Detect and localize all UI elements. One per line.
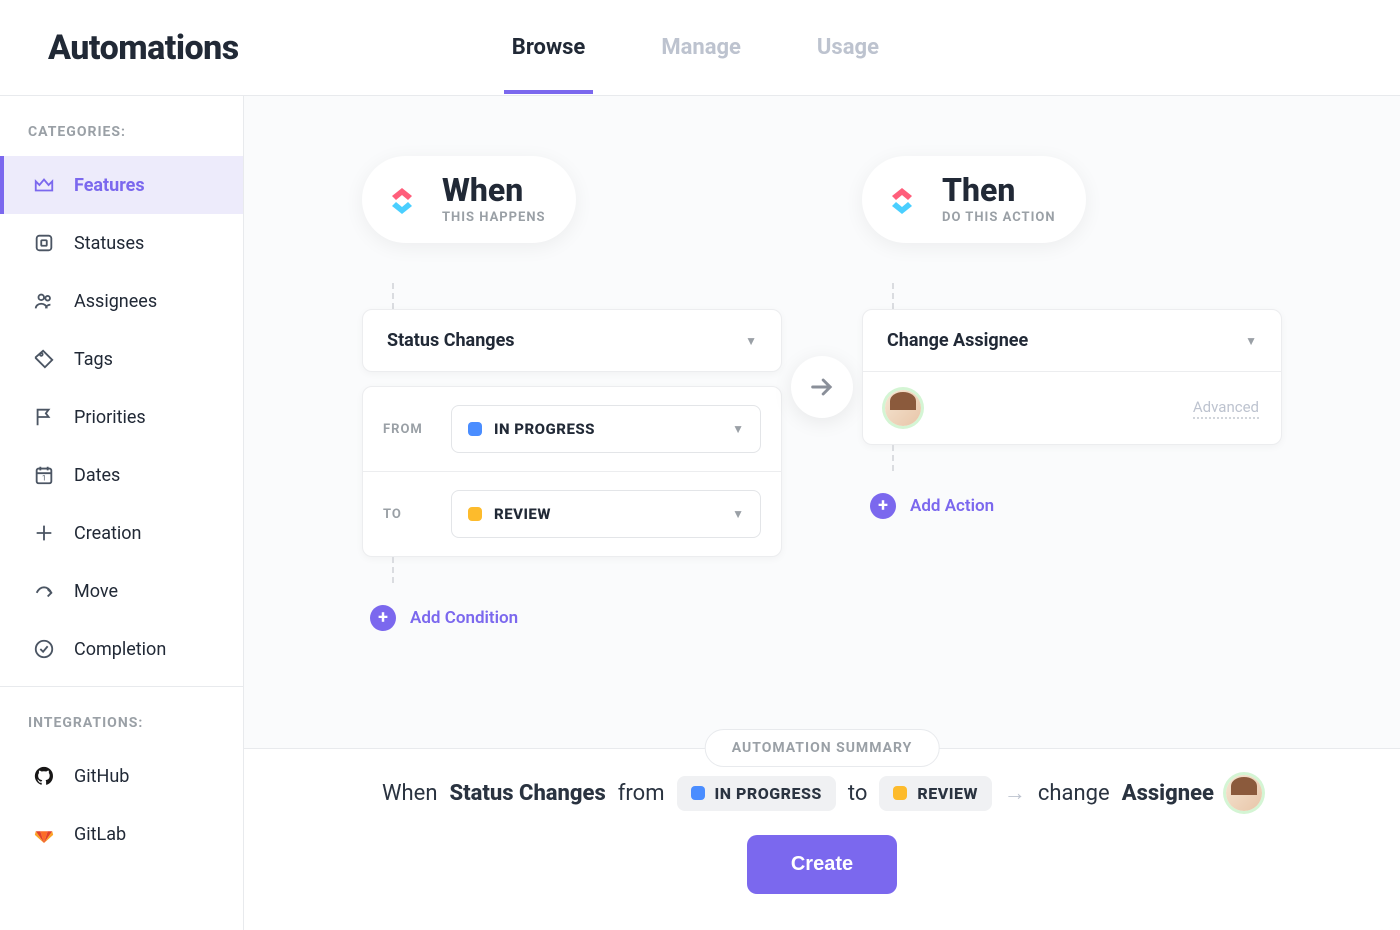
summary-area: AUTOMATION SUMMARY When Status Changes f… [244,748,1400,930]
chevron-down-icon: ▼ [1245,334,1257,348]
sidebar-item-features[interactable]: Features [0,156,243,214]
status-dot [691,786,705,800]
sidebar-item-statuses[interactable]: Statuses [0,214,243,272]
sidebar-item-github[interactable]: GitHub [0,747,243,805]
summary-when: When [382,781,437,806]
sidebar-item-label: Tags [74,349,113,370]
when-column: When THIS HAPPENS Status Changes ▼ FR [362,156,782,653]
plus-circle-icon: + [870,493,896,519]
sidebar-item-label: Dates [74,465,120,486]
when-header: When THIS HAPPENS [362,156,576,243]
tab-usage[interactable]: Usage [809,1,887,94]
tab-manage[interactable]: Manage [653,1,749,94]
then-header: Then DO THIS ACTION [862,156,1086,243]
summary-line: When Status Changes from IN PROGRESS to … [284,775,1360,811]
sidebar-item-creation[interactable]: Creation [0,504,243,562]
then-column: Then DO THIS ACTION Change Assignee ▼ Ad… [862,156,1282,541]
plus-icon [32,521,56,545]
trigger-name: Status Changes [387,330,515,351]
add-condition-label: Add Condition [410,608,518,628]
arrow-icon: → [1004,780,1026,806]
chevron-down-icon: ▼ [732,507,744,521]
summary-label: AUTOMATION SUMMARY [705,729,940,767]
sidebar-item-label: GitLab [74,824,126,845]
add-action-button[interactable]: + Add Action [862,471,1282,541]
summary-from: from [618,781,665,806]
from-label: FROM [383,422,435,437]
to-label: TO [383,507,435,522]
to-status-name: REVIEW [494,505,551,523]
add-condition-button[interactable]: + Add Condition [362,583,782,653]
sidebar-item-move[interactable]: Move [0,562,243,620]
crown-icon [32,173,56,197]
to-status-select[interactable]: REVIEW ▼ [451,490,761,538]
clickup-logo-icon [380,178,424,222]
sidebar-item-label: Priorities [74,407,146,428]
sidebar: CATEGORIES: Features Statuses Assignees … [0,96,244,930]
action-name: Change Assignee [887,330,1028,351]
summary-trigger: Status Changes [449,781,605,806]
action-select[interactable]: Change Assignee ▼ [863,310,1281,371]
when-subtitle: THIS HAPPENS [442,210,546,225]
summary-change: change [1038,781,1110,806]
summary-to-chip: REVIEW [879,776,992,811]
sidebar-item-label: GitHub [74,766,129,787]
action-card: Change Assignee ▼ Advanced [862,309,1282,445]
gitlab-icon [32,822,56,846]
page-title: Automations [48,28,239,68]
integrations-label: INTEGRATIONS: [0,715,243,747]
sidebar-item-label: Assignees [74,291,157,312]
move-icon [32,579,56,603]
tag-icon [32,347,56,371]
sidebar-item-tags[interactable]: Tags [0,330,243,388]
assignees-icon [32,289,56,313]
svg-text:1: 1 [42,474,46,483]
add-action-label: Add Action [910,496,994,516]
check-icon [32,637,56,661]
flow-arrow [782,356,862,418]
plus-circle-icon: + [370,605,396,631]
tabs: Browse Manage Usage [504,1,887,94]
from-status-select[interactable]: IN PROGRESS ▼ [451,405,761,453]
from-status-name: IN PROGRESS [494,420,595,438]
avatar[interactable] [885,390,921,426]
summary-assignee: Assignee [1122,781,1214,806]
status-icon [32,231,56,255]
calendar-icon: 1 [32,463,56,487]
status-dot [468,422,482,436]
canvas: When THIS HAPPENS Status Changes ▼ FR [244,96,1400,930]
status-block: FROM IN PROGRESS ▼ TO REVIEW [362,386,782,557]
then-subtitle: DO THIS ACTION [942,210,1056,225]
trigger-card: Status Changes ▼ [362,309,782,372]
flag-icon [32,405,56,429]
sidebar-item-assignees[interactable]: Assignees [0,272,243,330]
trigger-select[interactable]: Status Changes ▼ [363,310,781,371]
then-title: Then [942,174,1056,206]
sidebar-item-priorities[interactable]: Priorities [0,388,243,446]
clickup-logo-icon [880,178,924,222]
arrow-circle [791,356,853,418]
when-title: When [442,174,546,206]
status-dot [468,507,482,521]
status-dot [893,786,907,800]
create-button[interactable]: Create [747,835,897,894]
tab-browse[interactable]: Browse [504,1,594,94]
sidebar-item-completion[interactable]: Completion [0,620,243,678]
advanced-link[interactable]: Advanced [1193,398,1259,419]
sidebar-item-label: Creation [74,523,141,544]
summary-from-chip: IN PROGRESS [677,776,836,811]
summary-to: to [848,781,868,806]
github-icon [32,764,56,788]
sidebar-item-label: Features [74,175,145,196]
header: Automations Browse Manage Usage [0,0,1400,96]
chevron-down-icon: ▼ [732,422,744,436]
sidebar-item-label: Completion [74,639,166,660]
avatar [1226,775,1262,811]
sidebar-item-dates[interactable]: 1 Dates [0,446,243,504]
categories-label: CATEGORIES: [0,124,243,156]
sidebar-item-gitlab[interactable]: GitLab [0,805,243,863]
sidebar-item-label: Statuses [74,233,144,254]
chevron-down-icon: ▼ [745,334,757,348]
sidebar-item-label: Move [74,581,118,602]
